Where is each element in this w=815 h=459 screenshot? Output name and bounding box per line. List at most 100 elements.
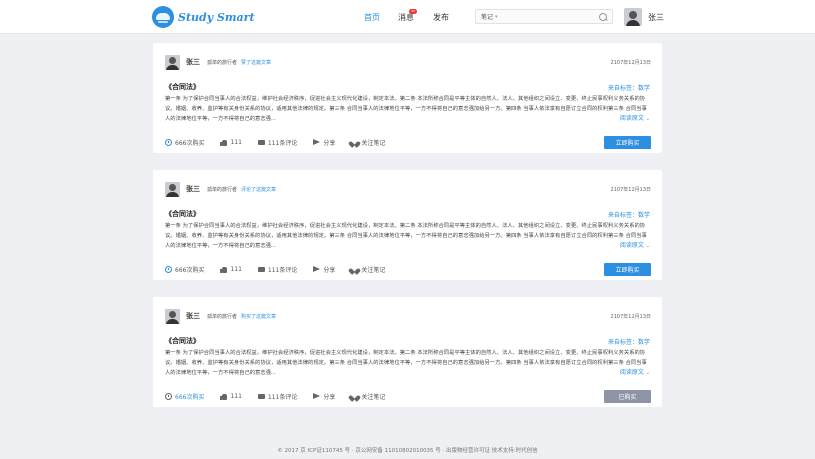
post-date: 2107年12月13日 <box>610 186 651 193</box>
author-name[interactable]: 张三 <box>186 57 200 67</box>
chevron-down-icon: ⌄ <box>645 370 650 376</box>
read-more-label: 阅读原文 <box>619 115 644 122</box>
avatar[interactable] <box>165 181 180 197</box>
feed-card: 张三 孤单的旅行者 赞了这篇文章 2107年12月13日 《合同法》 来自标签：… <box>153 43 662 153</box>
share-icon <box>313 266 321 272</box>
clock-icon <box>165 392 172 400</box>
thumbs-up-icon <box>220 266 228 273</box>
thumbs-up-icon <box>220 393 228 400</box>
read-more-link[interactable]: 阅读原文 ⌄ <box>620 367 650 376</box>
share-label: 分享 <box>323 266 336 274</box>
author-name[interactable]: 张三 <box>186 311 200 321</box>
purchase-count: 666次购买 <box>165 138 204 147</box>
purchased-button[interactable]: 已购买 <box>604 389 651 403</box>
source-tag[interactable]: 来自标签：数学 <box>608 337 650 346</box>
search-bar: 笔记 ▾ <box>475 9 613 24</box>
comment-button[interactable]: 111条评论 <box>257 392 297 401</box>
source-tag[interactable]: 来自标签：数学 <box>608 210 650 219</box>
heart-icon <box>351 393 358 400</box>
share-label: 分享 <box>323 393 336 401</box>
follow-note-button[interactable]: 关注笔记 <box>351 265 385 274</box>
follow-note-button[interactable]: 关注笔记 <box>351 138 385 147</box>
activity-action[interactable]: 评论了这篇文章 <box>241 186 276 193</box>
logo-text: Study Smart <box>178 10 255 24</box>
logo[interactable]: Study Smart <box>152 4 255 30</box>
nav-home[interactable]: 首页 <box>364 0 380 34</box>
comment-icon <box>257 393 265 399</box>
card-footer: 666次购买 111 111条评论 分享 关注笔记 已购买 <box>165 389 651 403</box>
post-date: 2107年12月13日 <box>610 59 651 66</box>
article-title[interactable]: 《合同法》 <box>165 82 200 92</box>
heart-icon <box>351 266 358 273</box>
author-name[interactable]: 张三 <box>186 184 200 194</box>
like-button[interactable]: 111 <box>220 392 242 400</box>
author-tag: 孤单的旅行者 <box>207 186 238 193</box>
search-category-label: 笔记 <box>481 14 494 21</box>
card-header: 张三 孤单的旅行者 赞了这篇文章 2107年12月13日 <box>165 54 651 70</box>
buy-now-button[interactable]: 立即购买 <box>604 135 651 149</box>
avatar[interactable] <box>165 54 180 70</box>
article-excerpt: 第一条 为了保护合同当事人的合法权益，维护社会经济秩序，促进社会主义现代化建设，… <box>165 223 647 249</box>
share-button[interactable]: 分享 <box>313 265 335 274</box>
feed-card: 张三 孤单的旅行者 购买了这篇文章 2107年12月13日 《合同法》 来自标签… <box>153 297 662 407</box>
article-title[interactable]: 《合同法》 <box>165 209 200 219</box>
follow-label: 关注笔记 <box>361 266 386 274</box>
like-count: 111 <box>230 392 242 400</box>
card-header: 张三 孤单的旅行者 购买了这篇文章 2107年12月13日 <box>165 308 651 324</box>
buy-now-button[interactable]: 立即购买 <box>604 262 651 276</box>
comment-icon <box>257 139 265 145</box>
source-tag[interactable]: 来自标签：数学 <box>608 83 650 92</box>
search-category-select[interactable]: 笔记 ▾ <box>476 12 498 22</box>
footer: © 2017 京 ICP证110745 号 · 京公网安备 1101080201… <box>277 448 538 454</box>
activity-action[interactable]: 购买了这篇文章 <box>241 313 276 320</box>
card-footer: 666次购买 111 111条评论 分享 关注笔记 立即购买 <box>165 135 651 149</box>
feed-card: 张三 孤单的旅行者 评论了这篇文章 2107年12月13日 《合同法》 来自标签… <box>153 170 662 280</box>
heart-icon <box>351 139 358 146</box>
clock-icon <box>165 265 172 273</box>
avatar[interactable] <box>165 308 180 324</box>
author-tag: 孤单的旅行者 <box>207 59 238 66</box>
follow-note-button[interactable]: 关注笔记 <box>351 392 385 401</box>
read-more-link[interactable]: 阅读原文 ⌄ <box>620 113 650 122</box>
post-date: 2107年12月13日 <box>610 313 651 320</box>
logo-icon <box>152 6 174 28</box>
clock-icon <box>165 138 172 146</box>
share-button[interactable]: 分享 <box>313 392 335 401</box>
like-button[interactable]: 111 <box>220 139 242 146</box>
activity-action[interactable]: 赞了这篇文章 <box>241 59 271 66</box>
card-header: 张三 孤单的旅行者 评论了这篇文章 2107年12月13日 <box>165 181 651 197</box>
article-title[interactable]: 《合同法》 <box>165 336 200 346</box>
comment-count: 111条评论 <box>267 139 298 147</box>
top-navigation-bar: Study Smart 首页 消息 99 发布 笔记 ▾ 张三 <box>0 0 815 34</box>
like-button[interactable]: 111 <box>220 265 242 273</box>
user-name: 张三 <box>648 12 664 22</box>
share-button[interactable]: 分享 <box>313 138 335 147</box>
chevron-down-icon: ⌄ <box>645 243 650 249</box>
chevron-down-icon: ▾ <box>495 13 498 20</box>
search-input[interactable] <box>501 10 598 23</box>
comment-count: 111条评论 <box>267 266 298 274</box>
read-more-label: 阅读原文 <box>619 242 644 249</box>
follow-label: 关注笔记 <box>361 139 386 147</box>
share-icon <box>313 139 321 145</box>
user-menu[interactable]: 张三 <box>624 7 664 27</box>
nav-publish[interactable]: 发布 <box>433 0 449 34</box>
message-count-badge: 99 <box>409 9 417 14</box>
comment-button[interactable]: 111条评论 <box>257 138 298 147</box>
article-excerpt: 第一条 为了保护合同当事人的合法权益，维护社会经济秩序，促进社会主义现代化建设，… <box>165 96 647 122</box>
author-tag: 孤单的旅行者 <box>207 313 238 320</box>
read-more-link[interactable]: 阅读原文 ⌄ <box>620 240 650 249</box>
chevron-down-icon: ⌄ <box>645 116 650 122</box>
read-more-label: 阅读原文 <box>619 369 644 376</box>
comment-icon <box>257 266 265 272</box>
share-icon <box>313 393 321 399</box>
purchase-count: 666次购买 <box>165 265 204 274</box>
purchase-count-label: 666次购买 <box>175 266 205 274</box>
article-excerpt: 第一条 为了保护合同当事人的合法权益，维护社会经济秩序，促进社会主义现代化建设，… <box>165 350 647 376</box>
like-count: 111 <box>230 265 242 273</box>
avatar <box>624 8 642 26</box>
comment-button[interactable]: 111条评论 <box>257 265 298 274</box>
follow-label: 关注笔记 <box>361 393 386 401</box>
search-icon[interactable] <box>598 12 608 22</box>
nav-messages[interactable]: 消息 99 <box>398 0 417 34</box>
